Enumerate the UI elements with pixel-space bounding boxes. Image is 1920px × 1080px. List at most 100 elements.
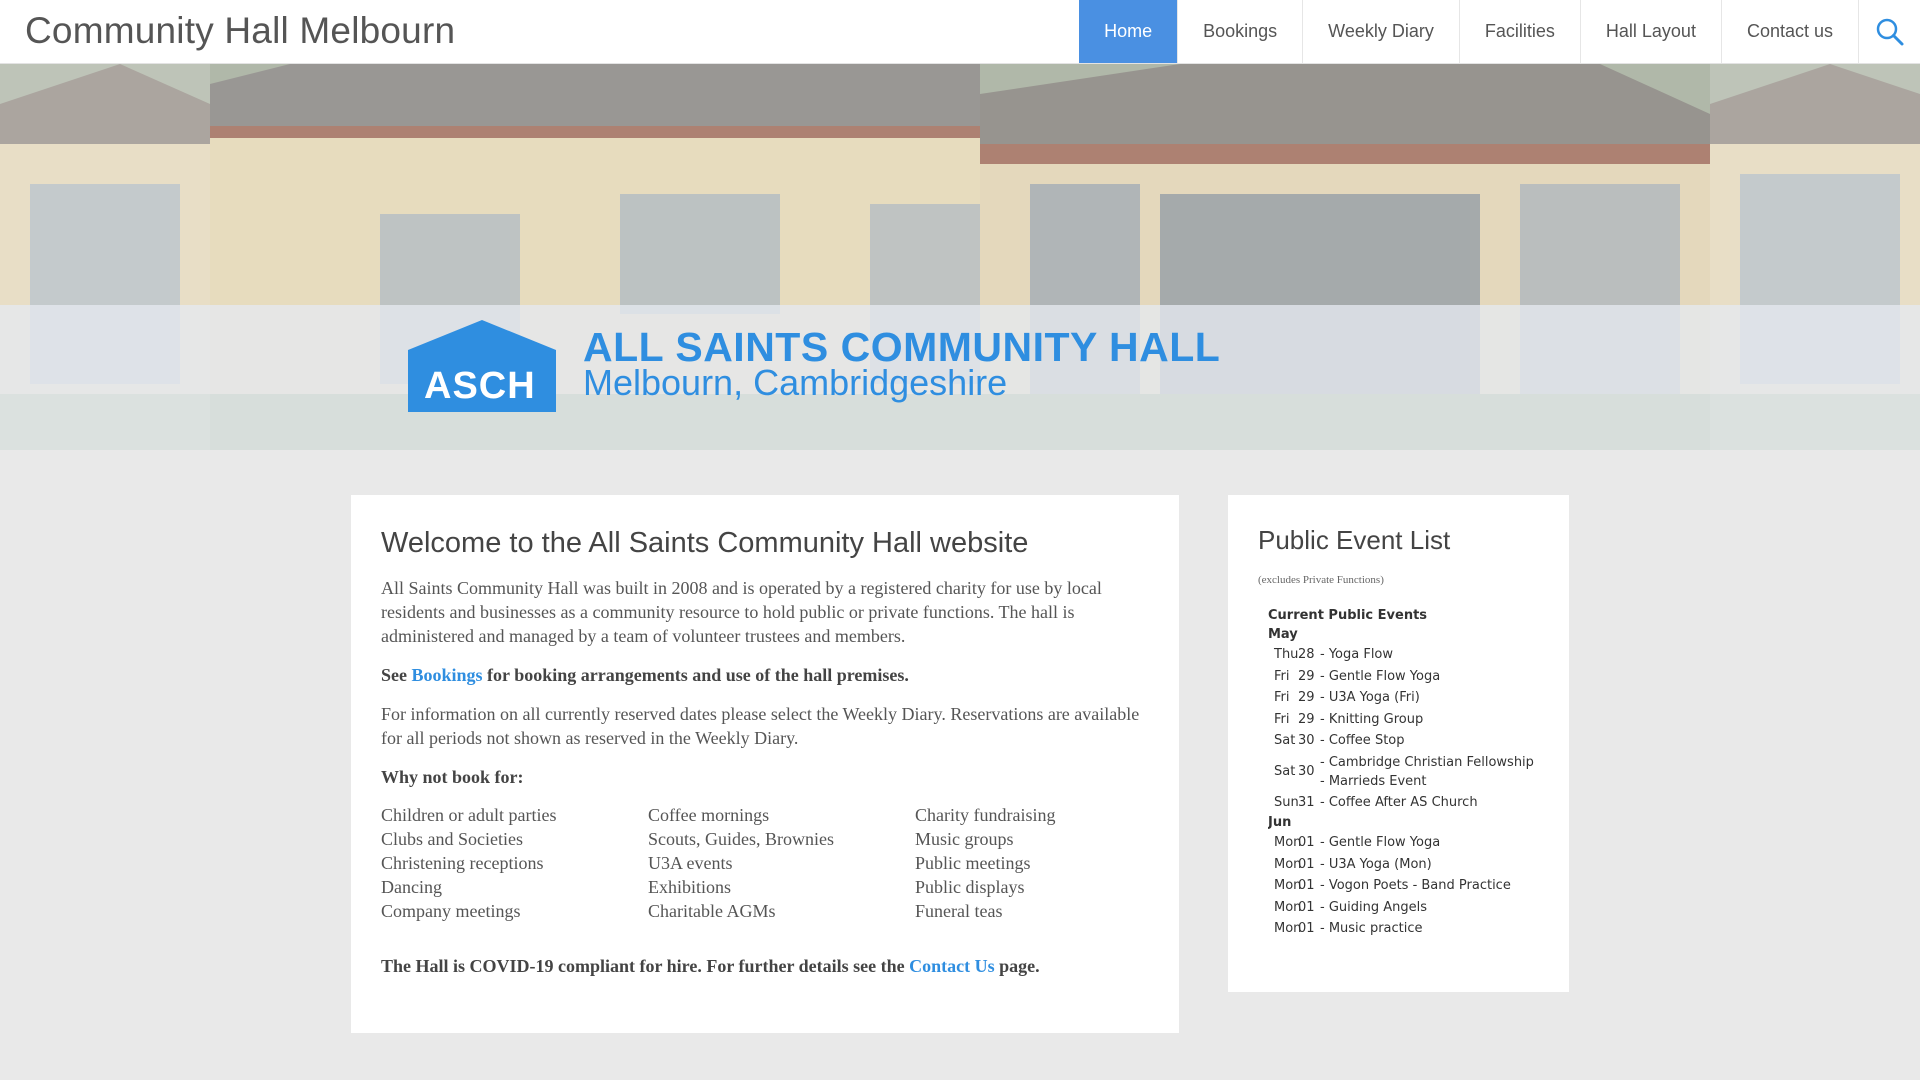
event-date: 29 — [1298, 690, 1315, 706]
hero-subtitle: Melbourn, Cambridgeshire — [583, 362, 1008, 403]
main-nav: Home Bookings Weekly Diary Facilities Ha… — [1079, 0, 1920, 63]
event-date: 30 — [1298, 764, 1315, 779]
event-date: 30 — [1298, 733, 1315, 749]
uses-column: Children or adult parties Clubs and Soci… — [381, 803, 648, 923]
why-heading: Why not book for: — [381, 767, 524, 787]
event-name: - Vogon Poets - Band Practice — [1320, 878, 1511, 894]
nav-contact-us[interactable]: Contact us — [1720, 0, 1858, 63]
event-name: - Music practice — [1320, 921, 1423, 935]
event-name: - Coffee After AS Church — [1320, 794, 1478, 810]
event-name: - Knitting Group — [1320, 711, 1424, 727]
event-date: 01 — [1298, 878, 1315, 894]
logo-text: ASCH — [424, 365, 536, 407]
event-day: Mon — [1274, 878, 1302, 894]
list-item: Dancing — [381, 877, 442, 897]
event-row[interactable]: Mon 01 - Gentle Flow Yoga — [1268, 832, 1539, 854]
event-date: 01 — [1298, 899, 1315, 915]
events-scroll-area[interactable]: Current Public Events May Thu 28 - Yoga Fl… — [1268, 606, 1539, 935]
event-name: - Gentle Flow Yoga — [1320, 835, 1441, 851]
search-button[interactable] — [1858, 0, 1920, 63]
event-date: 31 — [1298, 794, 1315, 810]
bookings-prefix: See — [381, 665, 407, 685]
event-day: Sun — [1274, 794, 1299, 810]
event-day: Mon — [1274, 835, 1302, 851]
covid-prefix: The Hall is COVID-19 compliant for hire.… — [381, 956, 905, 976]
widget-note: (excludes Private Functions) — [1258, 574, 1384, 586]
intro-paragraph: All Saints Community Hall was built in 2… — [381, 578, 1102, 646]
bookings-link[interactable]: Bookings — [412, 665, 483, 685]
widget-title: Public Event List — [1258, 525, 1451, 555]
list-item: Exhibitions — [648, 877, 732, 897]
event-date: 01 — [1298, 921, 1315, 935]
list-item: Christening receptions — [381, 853, 544, 873]
diary-paragraph: For information on all currently reserve… — [381, 704, 1140, 748]
list-item: Coffee mornings — [648, 805, 770, 825]
event-row[interactable]: Fri 29 - Knitting Group — [1268, 709, 1539, 731]
event-day: Thu — [1274, 647, 1299, 663]
covid-suffix: page. — [999, 956, 1040, 976]
covid-paragraph: The Hall is COVID-19 compliant for hire.… — [381, 954, 1149, 978]
event-row[interactable]: Sun 31 - Coffee After AS Church — [1268, 792, 1539, 814]
event-date: 29 — [1298, 711, 1315, 727]
site-title[interactable]: Community Hall Melbourn — [25, 10, 455, 52]
event-row[interactable]: Mon 01 - Guiding Angels — [1268, 897, 1539, 919]
event-row[interactable]: Mon 01 - Music practice — [1268, 918, 1539, 935]
list-item: Company meetings — [381, 901, 521, 921]
list-item: Funeral teas — [915, 901, 1003, 921]
event-day: Mon — [1274, 856, 1302, 872]
event-date: 01 — [1298, 835, 1315, 851]
event-date: 29 — [1298, 668, 1315, 684]
event-name: - Coffee Stop — [1320, 733, 1405, 749]
list-item: Charitable AGMs — [648, 901, 776, 921]
list-item: Scouts, Guides, Brownies — [648, 829, 834, 849]
list-item: Clubs and Societies — [381, 829, 523, 849]
event-day: Sat — [1274, 764, 1296, 779]
event-date: 01 — [1298, 856, 1315, 872]
event-day: Fri — [1274, 711, 1290, 727]
list-item: Public displays — [915, 877, 1025, 897]
bookings-paragraph: See Bookings for booking arrangements an… — [381, 663, 1149, 687]
nav-weekly-diary[interactable]: Weekly Diary — [1302, 0, 1459, 63]
events-heading: Current Public Events — [1268, 608, 1428, 623]
main-content: Welcome to the All Saints Community Hall… — [351, 495, 1179, 1033]
event-day: Mon — [1274, 899, 1302, 915]
nav-facilities[interactable]: Facilities — [1458, 0, 1580, 63]
nav-home[interactable]: Home — [1079, 0, 1178, 63]
event-day: Mon — [1274, 921, 1302, 935]
event-row[interactable]: Sat 30 - Cambridge Christian Fellowship - … — [1268, 752, 1539, 792]
site-header: Community Hall Melbourn Home Bookings We… — [0, 0, 1920, 64]
event-name: - U3A Yoga (Fri) — [1320, 690, 1420, 706]
list-item: Music groups — [915, 829, 1014, 849]
uses-column: Coffee mornings Scouts, Guides, Brownies… — [648, 803, 915, 923]
month-label: Jun — [1268, 815, 1292, 830]
list-item: Charity fundraising — [915, 805, 1056, 825]
event-day: Fri — [1274, 668, 1290, 684]
event-list-widget: Public Event List (excludes Private Func… — [1228, 495, 1569, 992]
page-title: Welcome to the All Saints Community Hall… — [381, 527, 1029, 559]
event-name: - Yoga Flow — [1320, 647, 1394, 663]
month-label: May — [1268, 627, 1298, 642]
bookings-suffix: for booking arrangements and use of the … — [487, 665, 909, 685]
list-item: Public meetings — [915, 853, 1031, 873]
hero-banner: ASCH ALL SAINTS COMMUNITY HALL Melbourn,… — [0, 64, 1920, 450]
event-day: Fri — [1274, 690, 1290, 706]
event-name: - Cambridge Christian Fellowship - Marri… — [1320, 754, 1534, 789]
event-row[interactable]: Fri 29 - U3A Yoga (Fri) — [1268, 687, 1539, 709]
search-icon — [1876, 18, 1903, 45]
list-item: Children or adult parties — [381, 805, 557, 825]
uses-column: Charity fundraising Music groups Public … — [915, 803, 1155, 923]
event-row[interactable]: Fri 29 - Gentle Flow Yoga — [1268, 666, 1539, 688]
nav-hall-layout[interactable]: Hall Layout — [1579, 0, 1721, 63]
uses-list: Children or adult parties Clubs and Soci… — [381, 803, 1149, 923]
contact-us-link[interactable]: Contact Us — [909, 956, 995, 976]
event-row[interactable]: Mon 01 - Vogon Poets - Band Practice — [1268, 875, 1539, 897]
event-row[interactable]: Thu 28 - Yoga Flow — [1268, 644, 1539, 666]
event-name: - U3A Yoga (Mon) — [1320, 856, 1432, 872]
event-row[interactable]: Mon 01 - U3A Yoga (Mon) — [1268, 854, 1539, 876]
event-name: - Gentle Flow Yoga — [1320, 668, 1441, 684]
list-item: U3A events — [648, 853, 733, 873]
event-row[interactable]: Sat 30 - Coffee Stop — [1268, 730, 1539, 752]
event-date: 28 — [1298, 647, 1315, 663]
event-name: - Guiding Angels — [1320, 899, 1428, 915]
nav-bookings[interactable]: Bookings — [1177, 0, 1302, 63]
